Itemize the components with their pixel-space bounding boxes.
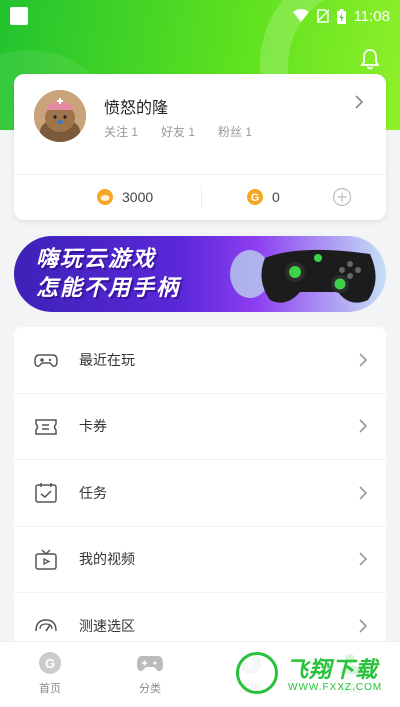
watermark-logo-mark bbox=[236, 652, 278, 694]
chevron-right-icon bbox=[359, 552, 368, 566]
gamepad-icon bbox=[34, 354, 58, 367]
battery-icon bbox=[336, 8, 346, 24]
social-stats: 关注 1 好友 1 粉丝 1 bbox=[104, 123, 252, 140]
notification-icon bbox=[10, 7, 28, 25]
svg-text:G: G bbox=[45, 656, 55, 671]
g-coin-balance[interactable]: G 0 bbox=[246, 188, 280, 206]
notifications-button[interactable] bbox=[360, 48, 380, 75]
status-time: 11:08 bbox=[353, 7, 390, 25]
tab-label: 首页 bbox=[39, 683, 61, 695]
banner-text: 嗨玩云游戏 怎能不用手柄 bbox=[36, 244, 180, 302]
chevron-right-icon bbox=[359, 419, 368, 433]
coin-icon bbox=[97, 189, 113, 205]
profile-card: 愤怒的隆 关注 1 好友 1 粉丝 1 3000 G 0 bbox=[14, 74, 386, 220]
tab-label: 分类 bbox=[139, 683, 161, 695]
tab-category[interactable]: 分类 bbox=[120, 650, 180, 696]
chevron-right-icon bbox=[359, 619, 368, 633]
bell-icon bbox=[360, 49, 380, 70]
avatar-image bbox=[34, 90, 86, 142]
tv-icon bbox=[35, 548, 57, 570]
watermark-logo: 飞翔下载 WWW.FXXZ.COM bbox=[232, 648, 392, 702]
speedometer-icon bbox=[35, 619, 57, 632]
wallet-row: 3000 G 0 bbox=[14, 174, 386, 220]
g-coin-icon: G bbox=[247, 189, 263, 205]
menu-item-tasks[interactable]: 任务 bbox=[14, 460, 386, 527]
friends-count[interactable]: 好友 1 bbox=[161, 123, 195, 140]
avatar[interactable] bbox=[34, 90, 86, 142]
divider bbox=[201, 186, 202, 208]
chevron-right-icon bbox=[359, 353, 368, 367]
menu-item-coupons[interactable]: 卡券 bbox=[14, 394, 386, 460]
banner-line-2: 怎能不用手柄 bbox=[36, 275, 181, 300]
recharge-button[interactable] bbox=[332, 187, 352, 212]
home-g-icon: G bbox=[39, 652, 61, 674]
coin-amount: 3000 bbox=[122, 189, 154, 205]
g-coin-amount: 0 bbox=[272, 189, 280, 205]
watermark-name: 飞翔下载 bbox=[286, 657, 379, 682]
fans-count[interactable]: 粉丝 1 bbox=[218, 123, 252, 140]
watermark-url: WWW.FXXZ.COM bbox=[288, 682, 383, 693]
svg-text:G: G bbox=[251, 192, 260, 204]
no-sim-icon bbox=[316, 9, 329, 23]
promo-banner[interactable]: 嗨玩云游戏 怎能不用手柄 bbox=[14, 236, 386, 312]
task-icon bbox=[35, 483, 57, 503]
gamepad-icon bbox=[137, 656, 163, 672]
menu-item-recent-games[interactable]: 最近在玩 bbox=[14, 327, 386, 394]
tab-home[interactable]: G 首页 bbox=[20, 650, 80, 696]
menu-item-label: 我的视频 bbox=[79, 551, 135, 568]
coin-balance[interactable]: 3000 bbox=[96, 188, 153, 206]
ticket-icon bbox=[35, 418, 57, 435]
menu-item-label: 卡券 bbox=[79, 418, 107, 435]
wifi-icon bbox=[292, 9, 309, 22]
following-count[interactable]: 关注 1 bbox=[104, 123, 138, 140]
username: 愤怒的隆 bbox=[104, 100, 169, 117]
menu-item-label: 最近在玩 bbox=[79, 351, 135, 368]
plus-circle-icon bbox=[332, 187, 352, 207]
menu-item-label: 任务 bbox=[79, 484, 107, 501]
chevron-right-icon bbox=[359, 486, 368, 500]
menu-item-my-videos[interactable]: 我的视频 bbox=[14, 527, 386, 593]
menu-list: 最近在玩 卡券 任务 我的视频 测速选区 bbox=[14, 327, 386, 657]
profile-detail-button[interactable] bbox=[354, 94, 364, 115]
menu-item-label: 测速选区 bbox=[79, 617, 135, 634]
banner-line-1: 嗨玩云游戏 bbox=[36, 246, 157, 271]
chevron-right-icon bbox=[355, 95, 364, 109]
controller-illustration bbox=[230, 249, 376, 303]
status-bar: 11:08 bbox=[0, 0, 400, 32]
